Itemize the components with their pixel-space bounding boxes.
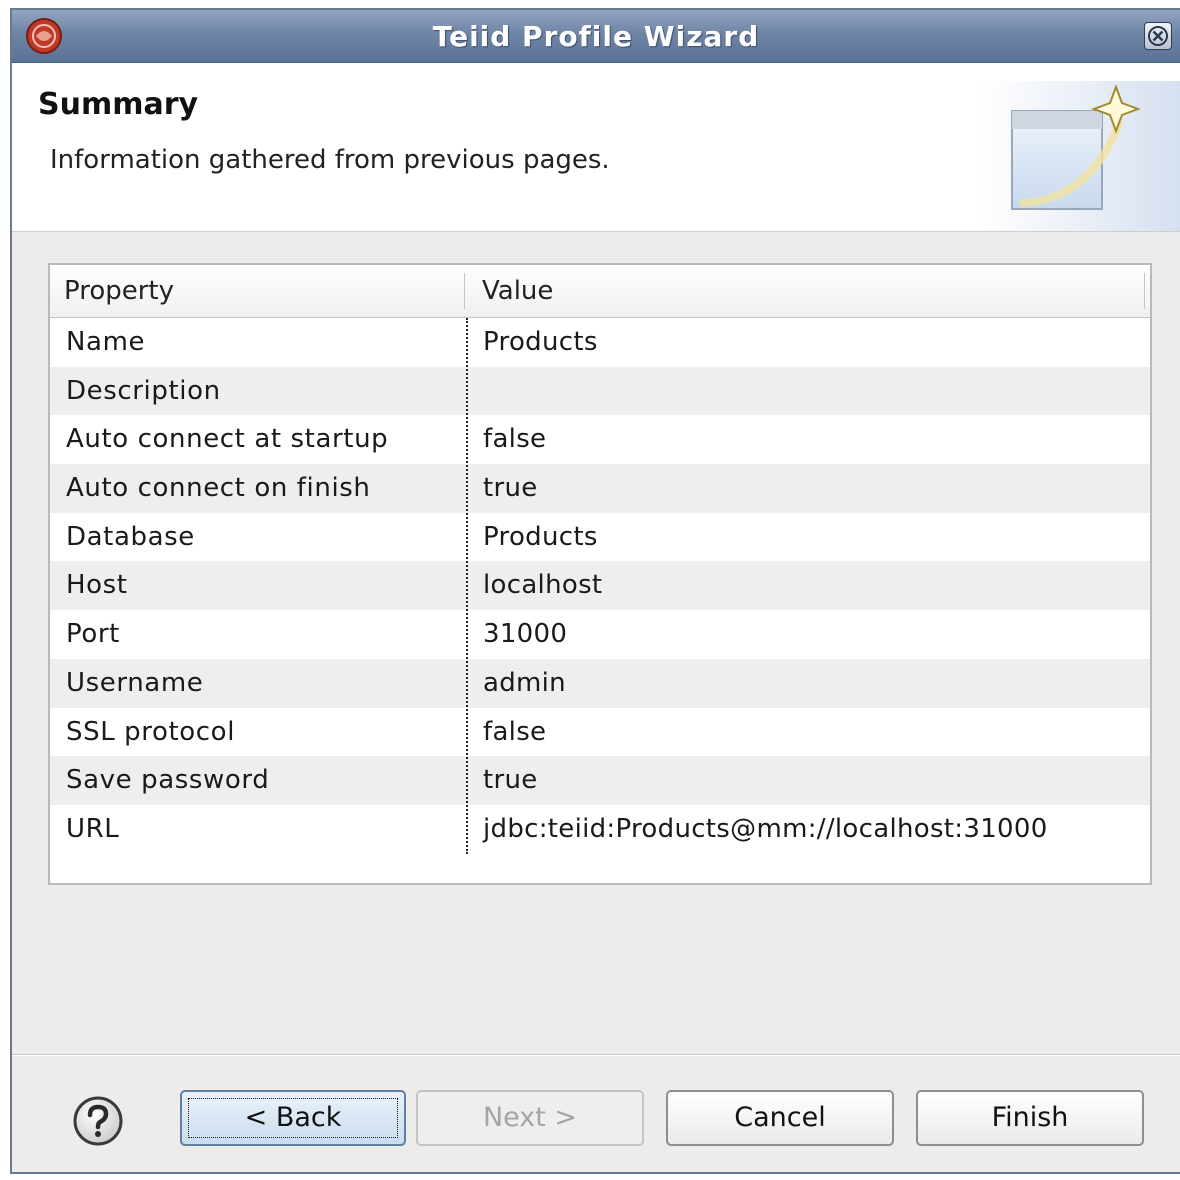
table-row[interactable]: Username admin — [50, 658, 1150, 708]
next-button-label: Next > — [482, 1102, 578, 1133]
summary-table[interactable]: Property Value Name Products Description… — [48, 263, 1152, 885]
window-title: Teiid Profile Wizard — [432, 20, 760, 53]
wizard-header: Summary Information gathered from previo… — [12, 63, 1180, 232]
table-row[interactable]: Save password true — [50, 756, 1150, 805]
table-row[interactable]: Port 31000 — [50, 610, 1150, 659]
value-cell: admin — [483, 667, 566, 698]
page-title: Summary — [38, 87, 199, 122]
table-body: Name Products Description Auto connect a… — [50, 318, 1150, 854]
next-button[interactable]: Next > — [416, 1090, 644, 1146]
property-cell: Description — [66, 375, 221, 406]
value-cell: true — [483, 765, 538, 796]
table-row[interactable]: Description — [50, 366, 1150, 416]
value-cell: Products — [483, 327, 598, 357]
back-button-label: < Back — [244, 1102, 342, 1133]
wizard-dialog: Teiid Profile Wizard Summary Information… — [10, 8, 1180, 1174]
title-bar[interactable]: Teiid Profile Wizard — [12, 10, 1180, 63]
cancel-button-label: Cancel — [734, 1102, 826, 1133]
button-bar-separator — [12, 1054, 1180, 1056]
value-cell: Products — [483, 521, 598, 552]
property-cell: Database — [66, 521, 195, 552]
table-row[interactable]: Database Products — [50, 512, 1150, 562]
column-separator[interactable] — [464, 273, 465, 309]
table-row[interactable]: Name Products — [50, 318, 1150, 367]
property-cell: SSL protocol — [66, 716, 236, 747]
property-cell: URL — [66, 813, 120, 844]
property-cell: Save password — [66, 765, 270, 796]
close-button[interactable] — [1144, 22, 1172, 50]
column-divider — [466, 318, 468, 854]
value-cell: jdbc:teiid:Products@mm://localhost:31000 — [483, 813, 1048, 844]
table-row[interactable]: Auto connect at startup false — [50, 415, 1150, 465]
value-cell: localhost — [483, 570, 603, 601]
value-cell: true — [483, 473, 538, 504]
property-cell: Port — [66, 619, 120, 650]
column-header-value[interactable]: Value — [482, 265, 553, 317]
table-row[interactable]: Auto connect on finish true — [50, 464, 1150, 513]
table-row[interactable]: Host localhost — [50, 561, 1150, 611]
value-cell: 31000 — [483, 619, 568, 650]
property-cell: Username — [66, 667, 204, 698]
table-header: Property Value — [50, 265, 1150, 318]
wizard-banner-icon — [980, 81, 1180, 231]
column-header-property[interactable]: Property — [64, 265, 174, 317]
help-icon[interactable] — [72, 1095, 124, 1147]
finish-button[interactable]: Finish — [916, 1090, 1144, 1146]
column-separator[interactable] — [1144, 273, 1145, 309]
property-cell: Host — [66, 570, 128, 601]
table-row[interactable]: URL jdbc:teiid:Products@mm://localhost:3… — [50, 804, 1150, 854]
back-button[interactable]: < Back — [180, 1090, 406, 1146]
close-icon — [1148, 26, 1168, 46]
property-cell: Name — [66, 327, 146, 357]
property-cell: Auto connect on finish — [66, 473, 371, 504]
page-description: Information gathered from previous pages… — [50, 145, 610, 175]
cancel-button[interactable]: Cancel — [666, 1090, 894, 1146]
finish-button-label: Finish — [991, 1102, 1069, 1133]
value-cell: false — [483, 716, 547, 747]
property-cell: Auto connect at startup — [66, 424, 389, 455]
table-row[interactable]: SSL protocol false — [50, 707, 1150, 757]
value-cell: false — [483, 424, 547, 455]
